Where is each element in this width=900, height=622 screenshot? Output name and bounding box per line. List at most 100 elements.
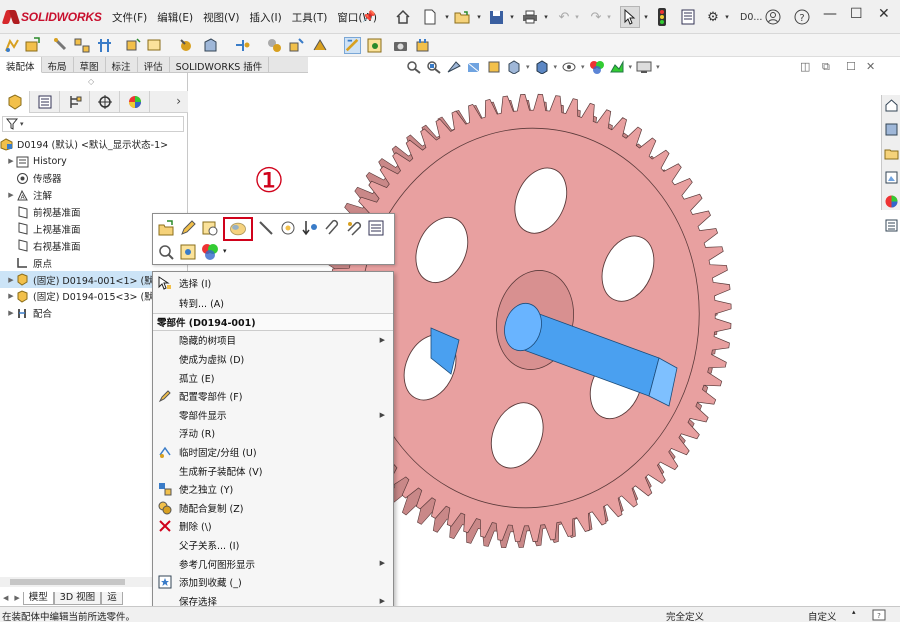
menu-item-hidden-tree-items[interactable]: 隐藏的树项目 ▶ [153, 331, 393, 350]
mate-with-icon[interactable] [345, 219, 363, 237]
tab-model[interactable]: 模型 [22, 592, 54, 605]
exploded-view-icon[interactable] [288, 37, 305, 54]
menu-item-delete[interactable]: 删除 (\) [153, 517, 393, 536]
menu-item-go-to[interactable]: 转到... (A) [153, 294, 393, 313]
view-settings-icon[interactable] [636, 60, 652, 74]
chevron-down-icon[interactable]: ▾ [541, 6, 551, 28]
undo-icon[interactable]: ↶ [556, 6, 572, 28]
tab-assembly[interactable]: 装配体 [0, 57, 42, 73]
instant3d-icon[interactable] [312, 37, 329, 54]
change-transparency-icon[interactable] [257, 219, 275, 237]
tab-feature-manager[interactable] [0, 91, 30, 113]
menu-item-copy-with-mates[interactable]: 随配合复制 (Z) [153, 499, 393, 518]
normal-to-icon[interactable] [179, 243, 197, 261]
maximize-view-icon[interactable]: ☐ [846, 60, 856, 73]
chevron-right-icon[interactable]: › [176, 94, 181, 108]
tree-filter[interactable]: ▾ [2, 116, 184, 132]
help-icon[interactable]: ? [792, 6, 812, 28]
print-icon[interactable] [520, 6, 540, 28]
design-library-icon[interactable] [884, 122, 899, 137]
gear-icon[interactable]: ⚙ [704, 6, 722, 28]
dynamic-annotation-icon[interactable] [486, 60, 502, 74]
new-motion-study-icon[interactable] [234, 37, 251, 54]
open-folder-icon[interactable] [452, 6, 472, 28]
edit-appearance-icon[interactable] [589, 60, 605, 74]
menu-insert[interactable]: 插入(I) [245, 10, 285, 25]
open-part-icon[interactable] [157, 219, 175, 237]
triangle-right-icon[interactable]: ▶ [11, 592, 22, 605]
expand-icon[interactable]: ▶ [6, 157, 16, 165]
appearances-icon[interactable] [884, 194, 899, 209]
chevron-down-icon[interactable]: ▾ [223, 247, 227, 255]
pane-grip[interactable]: ◇ [88, 77, 94, 86]
tab-display-manager[interactable] [120, 91, 150, 113]
chevron-down-icon[interactable]: ▾ [572, 6, 582, 28]
component-properties-icon[interactable] [367, 219, 385, 237]
user-icon[interactable] [763, 6, 783, 28]
new-document-icon[interactable] [420, 6, 440, 28]
menu-item-float[interactable]: 浮动 (R) [153, 424, 393, 443]
display-style-icon[interactable] [534, 60, 550, 74]
tab-property-manager[interactable] [30, 91, 60, 113]
linear-pattern-icon[interactable] [74, 37, 91, 54]
tree-item-annotations[interactable]: ▶ A 注解 [0, 187, 188, 204]
menu-item-isolate[interactable]: 孤立 (E) [153, 368, 393, 387]
close-icon[interactable]: ✕ [878, 6, 890, 22]
tab-markup[interactable]: 标注 [106, 57, 138, 73]
menu-item-component-display[interactable]: 零部件显示 ▶ [153, 406, 393, 425]
redo-icon[interactable]: ↷ [588, 6, 604, 28]
view-palette-icon[interactable] [884, 170, 899, 185]
tab-evaluate[interactable]: 评估 [138, 57, 170, 73]
paperclip-icon[interactable] [323, 219, 341, 237]
chevron-up-icon[interactable]: ▴ [852, 608, 856, 616]
bill-of-materials-icon[interactable] [266, 37, 283, 54]
smart-fasteners-icon[interactable] [96, 37, 113, 54]
tree-root[interactable]: D0194 (默认) <默认_显示状态-1> [0, 136, 188, 153]
menu-item-make-virtual[interactable]: 使成为虚拟 (D) [153, 350, 393, 369]
large-assembly-icon[interactable] [366, 37, 383, 54]
restore-view-icon[interactable]: ◫ [800, 60, 810, 73]
hide-components-icon[interactable] [201, 219, 219, 237]
scrollbar-thumb[interactable] [10, 579, 125, 585]
chevron-down-icon[interactable]: ▾ [474, 6, 484, 28]
chevron-down-icon[interactable]: ▾ [722, 6, 732, 28]
tab-dimxpert-manager[interactable] [90, 91, 120, 113]
section-view-icon[interactable] [466, 60, 482, 74]
select-arrow-icon[interactable] [620, 6, 640, 28]
appearance-icon[interactable] [279, 219, 297, 237]
home-icon[interactable] [393, 6, 413, 28]
zoom-to-fit-icon[interactable] [406, 60, 422, 74]
mate-icon[interactable] [52, 37, 69, 54]
tab-3d-views[interactable]: 3D 视图 [53, 592, 102, 605]
insert-component-icon[interactable] [24, 37, 41, 54]
menu-item-configure-component[interactable]: 配置零部件 (F) [153, 387, 393, 406]
large-assembly-settings-icon[interactable] [414, 37, 431, 54]
chevron-down-icon[interactable]: ▾ [641, 6, 651, 28]
tab-motion-study[interactable]: 运 [101, 592, 123, 605]
tab-configuration-manager[interactable] [60, 91, 90, 113]
minimize-icon[interactable]: — [823, 6, 837, 22]
properties-icon[interactable] [678, 6, 698, 28]
traffic-light-icon[interactable] [655, 6, 669, 28]
close-view-icon[interactable]: ✕ [866, 60, 875, 73]
edit-part-icon[interactable] [179, 219, 197, 237]
edit-component-icon[interactable] [4, 37, 21, 54]
tile-view-icon[interactable]: ⧉ [822, 60, 830, 74]
hide-show-items-icon[interactable] [561, 60, 577, 74]
chevron-down-icon[interactable]: ▾ [442, 6, 452, 28]
menu-item-new-subassembly[interactable]: 生成新子装配体 (V) [153, 461, 393, 480]
previous-view-icon[interactable] [446, 60, 462, 74]
move-component-icon[interactable] [124, 37, 141, 54]
tree-item-history[interactable]: ▶ History [0, 153, 188, 170]
file-explorer-icon[interactable] [884, 146, 899, 161]
expand-icon[interactable]: ▶ [6, 309, 16, 317]
menu-file[interactable]: 文件(F) [108, 10, 151, 25]
triangle-left-icon[interactable]: ◀ [0, 592, 11, 605]
custom-properties-icon[interactable] [884, 218, 899, 233]
update-speedpak-icon[interactable] [344, 37, 361, 54]
apply-scene-icon[interactable] [609, 60, 625, 74]
expand-icon[interactable]: ▶ [6, 292, 16, 300]
zoom-to-area-icon[interactable] [426, 60, 442, 74]
take-snapshot-icon[interactable] [392, 37, 409, 54]
menu-item-add-favorite[interactable]: 添加到收藏 (_) [153, 573, 393, 592]
